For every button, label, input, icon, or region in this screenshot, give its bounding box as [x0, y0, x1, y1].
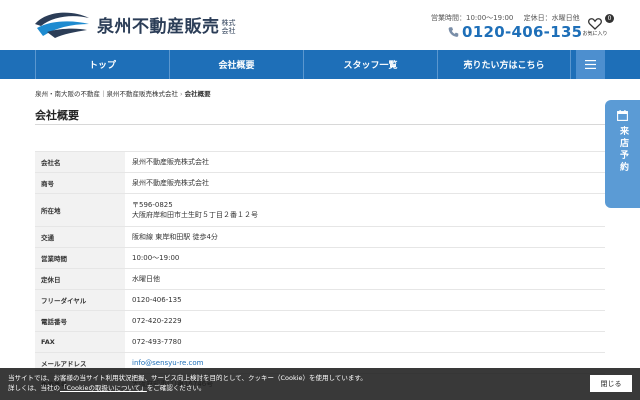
table-row: 会社名 泉州不動産販売株式会社	[35, 151, 605, 172]
table-row-label: 定休日	[35, 269, 125, 289]
table-row-value: 0120-406-135	[125, 290, 605, 310]
table-row-value-line: 大阪府岸和田市土生町５丁目２番１２号	[132, 211, 258, 219]
table-row-value-line: 0120-406-135	[132, 296, 182, 304]
table-row: 交通 阪和線 東岸和田駅 徒歩4分	[35, 226, 605, 247]
business-hours: 営業時間：10:00〜19:00 定休日：水曜日他	[431, 13, 580, 23]
site-header: 泉州不動産販売 株式会社 営業時間：10:00〜19:00 定休日：水曜日他 0…	[0, 0, 640, 50]
main-nav: トップ 会社概要 スタッフ一覧 売りたい方はこちら	[0, 50, 640, 79]
cookie-close-button[interactable]: 閉じる	[590, 375, 632, 392]
cookie-line-2-suffix: をご確認ください。	[146, 384, 206, 392]
table-row-value: 〒596-0825 大阪府岸和田市土生町５丁目２番１２号	[125, 194, 605, 226]
calendar-icon	[617, 110, 628, 121]
breadcrumb-home[interactable]: 泉州・南大阪の不動産｜泉州不動産販売株式会社	[35, 90, 178, 98]
nav-item-company[interactable]: 会社概要	[169, 50, 303, 79]
phone-link[interactable]: 0120-406-135	[448, 23, 582, 41]
table-row-label: 営業時間	[35, 248, 125, 268]
table-row: 電話番号 072-420-2229	[35, 310, 605, 331]
table-row-label: 交通	[35, 227, 125, 247]
table-row: FAX 072-493-7780	[35, 331, 605, 352]
table-row-label: 電話番号	[35, 311, 125, 331]
breadcrumb-current: 会社概要	[184, 90, 211, 98]
phone-number: 0120-406-135	[462, 23, 583, 41]
breadcrumb-separator: ›	[180, 90, 183, 98]
nav-item-staff[interactable]: スタッフ一覧	[303, 50, 437, 79]
table-row-value: 072-493-7780	[125, 332, 605, 352]
title-divider	[35, 124, 605, 125]
page-title: 会社概要	[35, 109, 79, 122]
table-row-label: 商号	[35, 173, 125, 193]
heart-icon	[588, 18, 602, 30]
hours-text: 営業時間：10:00〜19:00	[431, 14, 514, 22]
table-row: 営業時間 10:00〜19:00	[35, 247, 605, 268]
table-row-value-line: 10:00〜19:00	[132, 254, 180, 262]
cookie-line-2-prefix: 詳しくは、当社の	[8, 384, 60, 392]
table-row-value-line: 泉州不動産販売株式会社	[132, 158, 209, 166]
table-row: フリーダイヤル 0120-406-135	[35, 289, 605, 310]
company-info-table: 会社名 泉州不動産販売株式会社 商号 泉州不動産販売株式会社 所在地 〒596-0825 大…	[35, 151, 605, 394]
table-row-value: 泉州不動産販売株式会社	[125, 152, 605, 172]
cookie-line-1: 当サイトでは、お客様の当サイト利用状況把握、サービス向上検討を目的として、クッキ…	[8, 374, 367, 382]
phone-icon	[448, 27, 459, 37]
favorite-count-badge: 0	[605, 14, 614, 23]
table-row-value-line: 泉州不動産販売株式会社	[132, 179, 209, 187]
nav-item-sell[interactable]: 売りたい方はこちら	[437, 50, 571, 79]
visit-reservation-label: 来店予約	[618, 126, 628, 174]
table-row-value: 水曜日他	[125, 269, 605, 289]
visit-reservation-tab[interactable]: 来店予約	[605, 100, 640, 208]
table-row-value-line: 水曜日他	[132, 275, 160, 283]
company-name: 泉州不動産販売	[97, 16, 220, 37]
table-row-label: フリーダイヤル	[35, 290, 125, 310]
cookie-policy-link[interactable]: 「Cookieの取扱いについて」	[60, 384, 147, 392]
table-row-value: 泉州不動産販売株式会社	[125, 173, 605, 193]
menu-button[interactable]	[576, 50, 605, 79]
table-row-value-line: 〒596-0825	[132, 201, 173, 209]
table-row-value-line: 072-493-7780	[132, 338, 182, 346]
hamburger-icon	[585, 60, 596, 69]
table-row-label: FAX	[35, 332, 125, 352]
table-row-value-line: 072-420-2229	[132, 317, 182, 325]
site-logo[interactable]: 泉州不動産販売 株式会社	[33, 10, 238, 38]
holiday-text: 定休日：水曜日他	[523, 14, 580, 22]
favorite-label: お気に入り	[582, 31, 608, 37]
table-row-value: 阪和線 東岸和田駅 徒歩4分	[125, 227, 605, 247]
table-row-value-line: 阪和線 東岸和田駅 徒歩4分	[132, 233, 218, 241]
favorites-button[interactable]: 0 お気に入り	[580, 14, 614, 37]
cookie-message: 当サイトでは、お客様の当サイト利用状況把握、サービス向上検討を目的として、クッキ…	[8, 373, 367, 393]
table-row: 所在地 〒596-0825 大阪府岸和田市土生町５丁目２番１２号	[35, 193, 605, 226]
table-row-value: 10:00〜19:00	[125, 248, 605, 268]
breadcrumb: 泉州・南大阪の不動産｜泉州不動産販売株式会社 › 会社概要	[35, 88, 211, 98]
company-suffix: 株式会社	[221, 18, 236, 35]
email-link[interactable]: info@sensyu-re.com	[132, 358, 605, 368]
table-row-label: 会社名	[35, 152, 125, 172]
cookie-banner: 当サイトでは、お客様の当サイト利用状況把握、サービス向上検討を目的として、クッキ…	[0, 368, 640, 400]
table-row: 定休日 水曜日他	[35, 268, 605, 289]
table-row-label: 所在地	[35, 194, 125, 226]
table-row-value: 072-420-2229	[125, 311, 605, 331]
table-row: 商号 泉州不動産販売株式会社	[35, 172, 605, 193]
nav-item-top[interactable]: トップ	[35, 50, 169, 79]
logo-mark-icon	[35, 12, 89, 38]
